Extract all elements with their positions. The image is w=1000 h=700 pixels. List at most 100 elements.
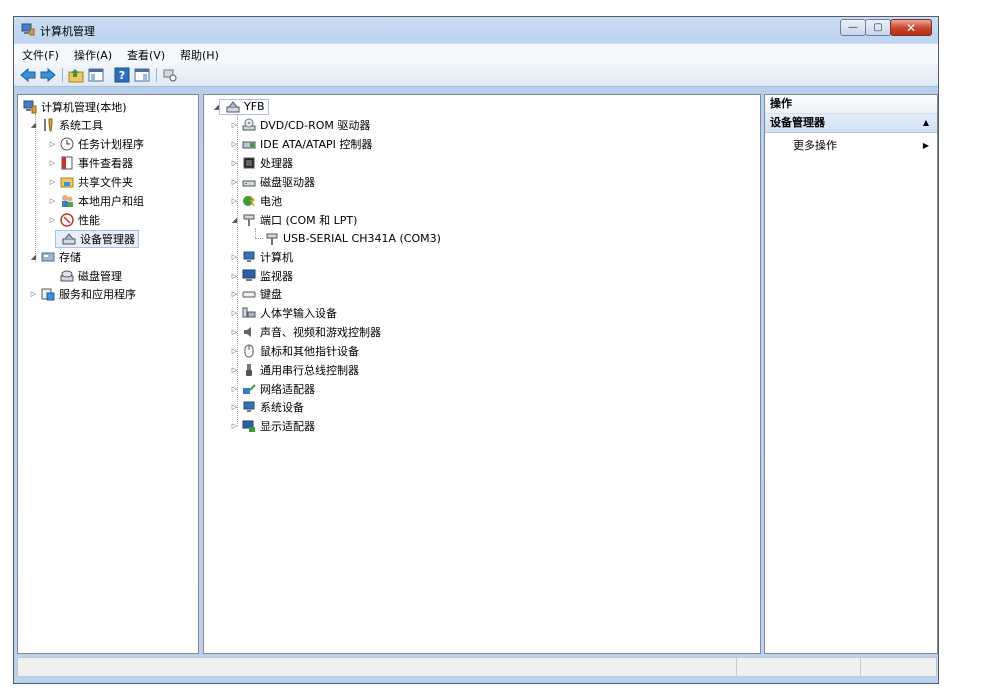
properties-button[interactable] <box>162 67 178 83</box>
ide-controller-icon <box>242 137 256 151</box>
computer-management-window: 计算机管理 — ▢ ✕ 文件(F) 操作(A) 查看(V) 帮助(H) ? 计算… <box>13 16 939 684</box>
device-category-computer[interactable]: ▷ 计算机 <box>230 248 293 265</box>
tree-label: 处理器 <box>260 156 293 170</box>
shared-folder-icon <box>60 175 74 189</box>
up-icon <box>68 69 84 83</box>
collapsed-arrow-icon[interactable]: ▷ <box>230 121 239 129</box>
menu-action[interactable]: 操作(A) <box>74 47 112 63</box>
device-category-network-adapter[interactable]: ▷ 网络适配器 <box>230 380 315 397</box>
expanded-arrow-icon[interactable]: ◢ <box>29 253 38 261</box>
device-category-system-devices[interactable]: ▷ 系统设备 <box>230 398 304 415</box>
collapsed-arrow-icon[interactable]: ▷ <box>230 366 239 374</box>
device-category-battery[interactable]: ▷ 电池 <box>230 192 282 209</box>
collapsed-arrow-icon[interactable]: ▷ <box>48 216 57 224</box>
tree-item-local-users-groups[interactable]: ▷ 本地用户和组 <box>48 192 144 209</box>
clock-icon <box>60 137 74 151</box>
collapsed-arrow-icon[interactable]: ▷ <box>230 290 239 298</box>
collapsed-arrow-icon[interactable]: ▷ <box>230 385 239 393</box>
tools-icon <box>41 118 55 132</box>
collapsed-arrow-icon[interactable]: ▷ <box>230 403 239 411</box>
device-category-usb[interactable]: ▷ 通用串行总线控制器 <box>230 361 359 378</box>
tree-item-disk-management[interactable]: 磁盘管理 <box>48 267 122 284</box>
collapsed-arrow-icon[interactable]: ▷ <box>230 159 239 167</box>
device-category-ide[interactable]: ▷ IDE ATA/ATAPI 控制器 <box>230 135 373 152</box>
tree-label: 设备管理器 <box>80 232 135 246</box>
back-button[interactable] <box>20 67 36 83</box>
tree-item-device-manager[interactable]: 设备管理器 <box>48 229 139 248</box>
status-bar <box>17 657 937 677</box>
users-icon <box>60 194 74 208</box>
collapsed-arrow-icon[interactable]: ▷ <box>230 272 239 280</box>
collapsed-arrow-icon[interactable]: ▷ <box>29 290 38 298</box>
computer-management-icon <box>23 100 37 114</box>
port-icon <box>242 213 256 227</box>
collapsed-arrow-icon[interactable]: ▷ <box>230 253 239 261</box>
tree-root-computer-management[interactable]: 计算机管理(本地) <box>20 98 127 115</box>
tree-item-services-applications[interactable]: ▷ 服务和应用程序 <box>29 285 136 302</box>
collapsed-arrow-icon[interactable]: ▷ <box>230 328 239 336</box>
menu-view[interactable]: 查看(V) <box>127 47 165 63</box>
tree-item-storage[interactable]: ◢ 存储 <box>29 248 81 265</box>
collapsed-arrow-icon[interactable]: ▷ <box>230 197 239 205</box>
tree-label: 计算机管理(本地) <box>41 100 127 114</box>
show-hide-tree-button[interactable] <box>88 67 104 83</box>
tree-item-shared-folders[interactable]: ▷ 共享文件夹 <box>48 173 133 190</box>
tree-label: 事件查看器 <box>78 156 133 170</box>
collapsed-arrow-icon[interactable]: ▷ <box>230 309 239 317</box>
tree-label: 端口 (COM 和 LPT) <box>260 213 358 227</box>
collapsed-arrow-icon[interactable]: ▷ <box>48 159 57 167</box>
tree-label: 服务和应用程序 <box>59 287 136 301</box>
up-button[interactable] <box>68 67 84 83</box>
collapsed-arrow-icon[interactable]: ▷ <box>230 178 239 186</box>
minimize-button[interactable]: — <box>840 19 866 36</box>
show-hide-tree-icon <box>88 68 104 82</box>
expanded-arrow-icon[interactable]: ◢ <box>29 121 38 129</box>
maximize-button[interactable]: ▢ <box>865 19 891 36</box>
tree-label: 显示适配器 <box>260 419 315 433</box>
collapsed-arrow-icon[interactable]: ▷ <box>48 197 57 205</box>
tree-selection-highlight[interactable]: 设备管理器 <box>55 229 139 248</box>
collapsed-arrow-icon[interactable]: ▷ <box>230 140 239 148</box>
help-button[interactable]: ? <box>114 67 130 83</box>
menu-file[interactable]: 文件(F) <box>22 47 59 63</box>
actions-section-device-manager[interactable]: 设备管理器 ▲ <box>765 114 937 133</box>
device-category-ports[interactable]: ◢ 端口 (COM 和 LPT) <box>230 211 358 228</box>
device-category-keyboard[interactable]: ▷ 键盘 <box>230 285 282 302</box>
device-category-display-adapter[interactable]: ▷ 显示适配器 <box>230 417 315 434</box>
tree-label: DVD/CD-ROM 驱动器 <box>260 118 371 132</box>
more-actions-item[interactable]: 更多操作 ▶ <box>793 138 937 154</box>
device-category-processor[interactable]: ▷ 处理器 <box>230 154 293 171</box>
expanded-arrow-icon[interactable]: ◢ <box>230 216 239 224</box>
tree-item-task-scheduler[interactable]: ▷ 任务计划程序 <box>48 135 144 152</box>
close-button[interactable]: ✕ <box>890 19 932 36</box>
device-category-monitor[interactable]: ▷ 监视器 <box>230 267 293 284</box>
tree-label: 共享文件夹 <box>78 175 133 189</box>
tree-item-event-viewer[interactable]: ▷ 事件查看器 <box>48 154 133 171</box>
collapse-arrow-icon[interactable]: ▲ <box>923 114 929 132</box>
title-bar[interactable]: 计算机管理 — ▢ ✕ <box>14 17 938 43</box>
tree-label: 网络适配器 <box>260 382 315 396</box>
tree-label: 任务计划程序 <box>78 137 144 151</box>
tree-item-performance[interactable]: ▷ 性能 <box>48 211 100 228</box>
tree-label: 声音、视频和游戏控制器 <box>260 325 381 339</box>
device-category-dvd[interactable]: ▷ DVD/CD-ROM 驱动器 <box>230 116 370 133</box>
device-usb-serial-ch341a[interactable]: USB-SERIAL CH341A (COM3) <box>262 230 441 247</box>
forward-button[interactable] <box>40 67 56 83</box>
processor-icon <box>242 156 256 170</box>
tree-label: 键盘 <box>260 287 282 301</box>
menu-help[interactable]: 帮助(H) <box>180 47 219 63</box>
dvd-drive-icon <box>242 118 256 132</box>
device-category-mouse[interactable]: ▷ 鼠标和其他指针设备 <box>230 342 359 359</box>
device-category-disk-drives[interactable]: ▷ 磁盘驱动器 <box>230 173 315 190</box>
collapsed-arrow-icon[interactable]: ▷ <box>48 140 57 148</box>
show-hide-action-button[interactable] <box>134 67 150 83</box>
collapsed-arrow-icon[interactable]: ▷ <box>230 422 239 430</box>
minimize-icon: — <box>848 22 858 33</box>
collapsed-arrow-icon[interactable]: ▷ <box>48 178 57 186</box>
root-node[interactable]: YFB <box>219 98 269 115</box>
device-tree-root[interactable]: ◢ YFB <box>212 98 269 115</box>
tree-item-system-tools[interactable]: ◢ 系统工具 <box>29 116 103 133</box>
collapsed-arrow-icon[interactable]: ▷ <box>230 347 239 355</box>
device-category-hid[interactable]: ▷ 人体学输入设备 <box>230 304 337 321</box>
device-category-sound[interactable]: ▷ 声音、视频和游戏控制器 <box>230 323 381 340</box>
